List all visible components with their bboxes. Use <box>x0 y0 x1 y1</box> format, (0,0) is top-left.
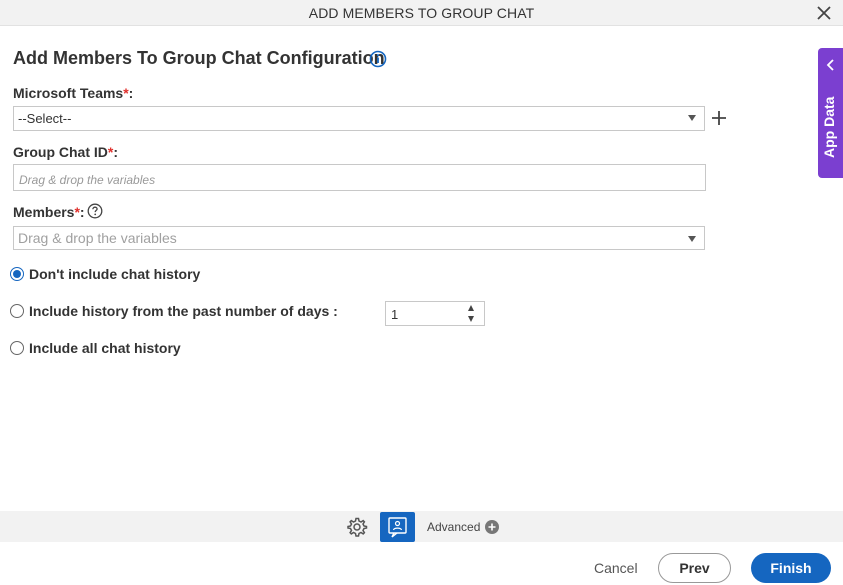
radio-button[interactable] <box>10 267 24 281</box>
close-icon[interactable] <box>815 4 833 22</box>
radio-button[interactable] <box>10 341 24 355</box>
teams-select-value: --Select-- <box>18 111 72 126</box>
page-title: Add Members To Group Chat Configuration <box>13 48 385 68</box>
group-chat-id-placeholder: Drag & drop the variables <box>19 173 156 187</box>
radio-button[interactable] <box>10 304 24 318</box>
prev-button[interactable]: Prev <box>658 553 731 583</box>
add-connection-plus-icon[interactable] <box>710 109 728 127</box>
chevron-down-icon <box>688 115 696 121</box>
radio-all-history[interactable]: Include all chat history <box>10 340 181 356</box>
finish-button[interactable]: Finish <box>751 553 831 583</box>
increment-icon[interactable] <box>468 305 474 311</box>
teams-select[interactable]: --Select-- <box>13 106 705 131</box>
days-value: 1 <box>391 307 399 322</box>
decrement-icon[interactable] <box>468 316 474 322</box>
bottom-toolbar: Advanced <box>0 511 843 542</box>
user-card-icon <box>388 517 407 538</box>
chevron-left-icon <box>826 59 834 71</box>
plus-circle-icon[interactable] <box>485 520 499 534</box>
cancel-button[interactable]: Cancel <box>594 560 638 576</box>
app-data-label: App Data <box>821 96 837 158</box>
days-number-input[interactable]: 1 <box>385 301 485 326</box>
members-placeholder: Drag & drop the variables <box>18 230 177 246</box>
members-label: Members*: <box>13 204 85 220</box>
title-bar: ADD MEMBERS TO GROUP CHAT <box>0 0 843 26</box>
radio-history-days[interactable]: Include history from the past number of … <box>10 303 338 319</box>
window-title: ADD MEMBERS TO GROUP CHAT <box>308 5 535 21</box>
chevron-down-icon <box>688 236 696 242</box>
info-icon[interactable] <box>369 50 387 68</box>
dialog: ADD MEMBERS TO GROUP CHAT Add Members To… <box>0 0 843 585</box>
radio-no-history[interactable]: Don't include chat history <box>10 266 200 282</box>
user-config-button[interactable] <box>380 512 415 542</box>
advanced-label[interactable]: Advanced <box>427 520 480 534</box>
teams-label: Microsoft Teams*: <box>13 85 134 101</box>
gear-icon[interactable] <box>346 516 368 538</box>
help-icon[interactable] <box>87 203 103 219</box>
members-select[interactable]: Drag & drop the variables <box>13 226 705 250</box>
group-chat-id-input[interactable]: Drag & drop the variables <box>13 164 706 191</box>
group-chat-id-label: Group Chat ID*: <box>13 144 119 160</box>
app-data-tab[interactable]: App Data <box>818 48 843 178</box>
